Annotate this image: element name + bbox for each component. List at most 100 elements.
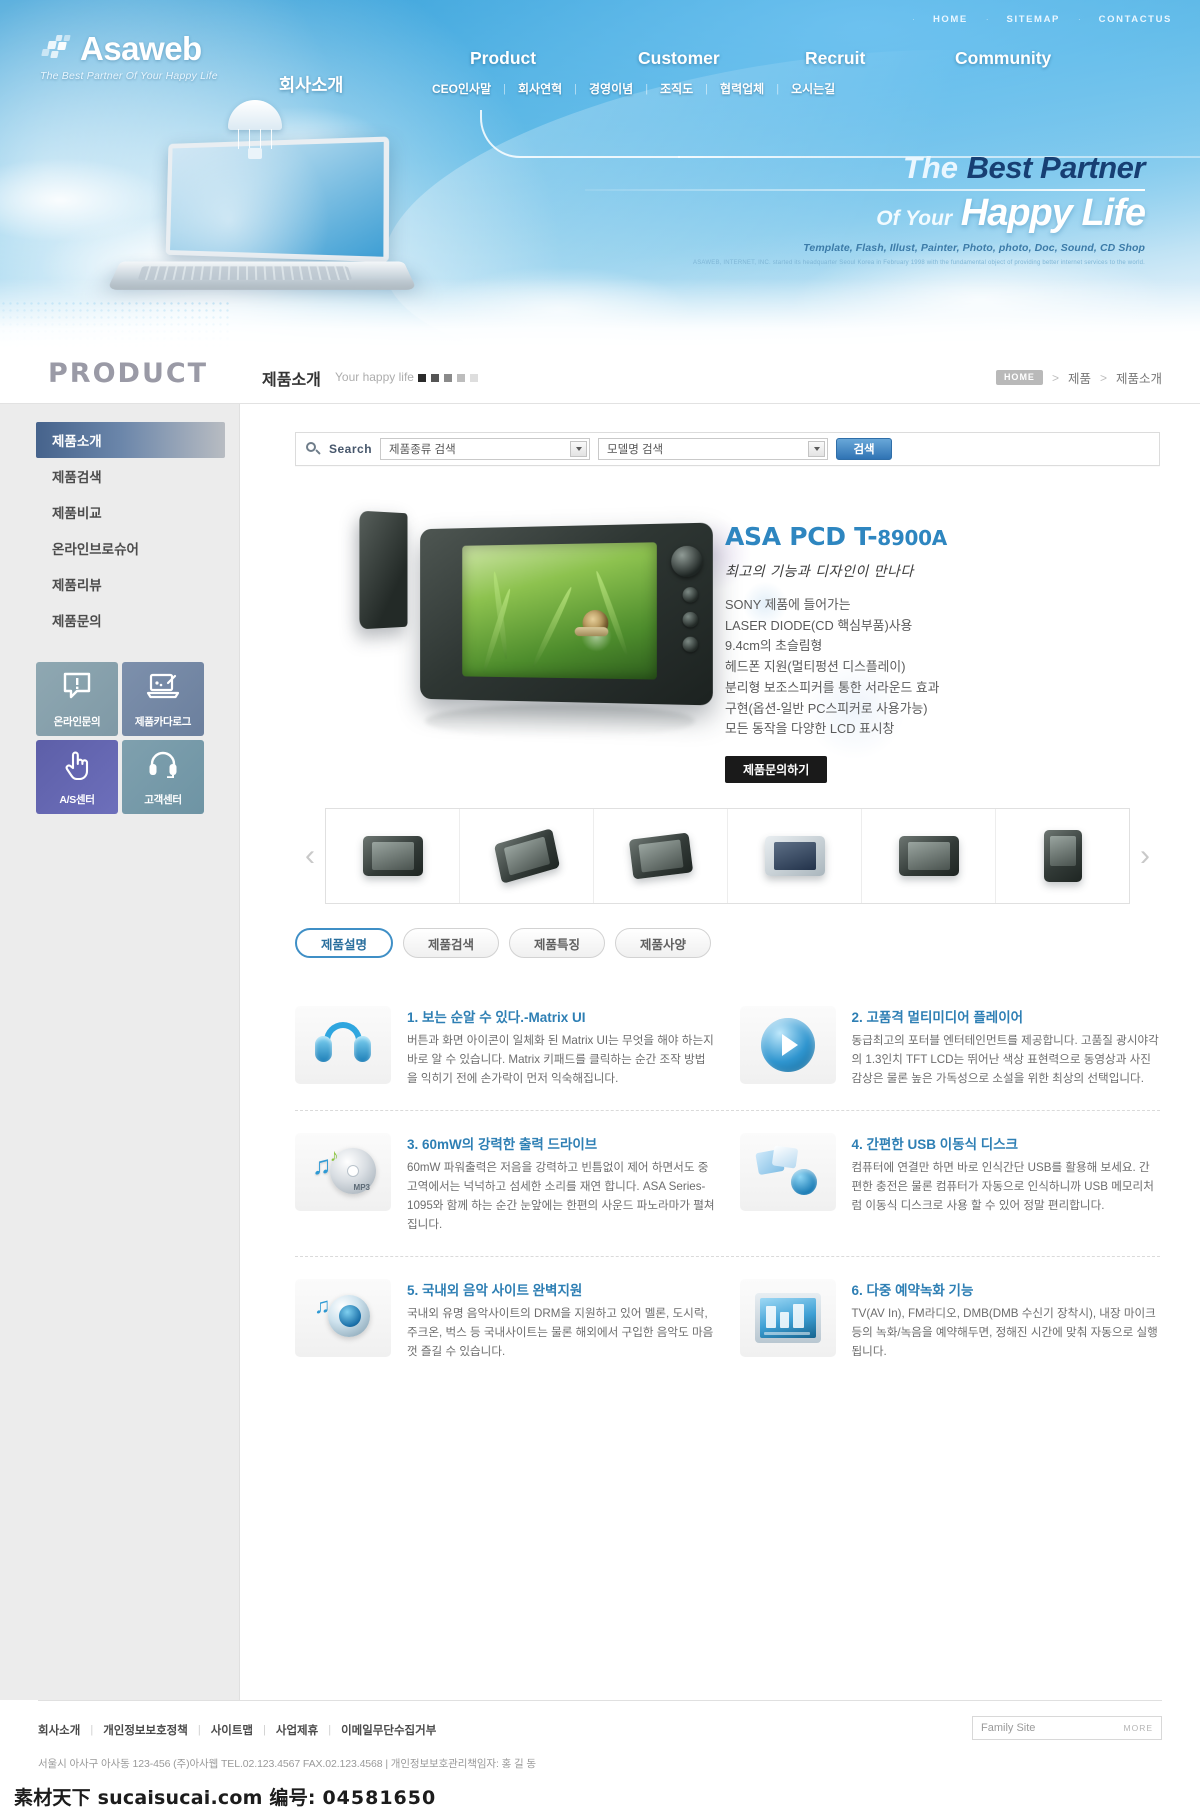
tv-recording-icon — [739, 1279, 836, 1358]
feature-title: 3. 60mW의 강력한 출력 드라이브 — [407, 1137, 598, 1153]
feature-item-3: ♫ ♪ MP3 3. 60mW의 강력한 출력 드라이브 60mW 파워출력은 저음… — [295, 1133, 716, 1234]
footer-link-privacy[interactable]: 개인정보보호정책 — [93, 1722, 198, 1738]
nav-item-company[interactable]: 회사소개 — [279, 72, 343, 97]
feature-list: 1. 보는 순알 수 있다.-Matrix UI 버튼과 화면 아이콘이 일체화… — [295, 984, 1160, 1384]
product-inquiry-button[interactable]: 제품문의하기 — [725, 756, 828, 784]
search-button[interactable]: 검색 — [836, 438, 893, 460]
tab-product-specs[interactable]: 제품사양 — [615, 928, 712, 958]
sidebar-item-product-compare[interactable]: 제품비교 — [36, 494, 221, 530]
model-name-select[interactable]: 모델명 검색 — [598, 438, 829, 460]
sidebar: 제품소개 제품검색 제품비교 온라인브로슈어 제품리뷰 제품문의 온라인문의 제… — [0, 404, 240, 1700]
tab-product-description[interactable]: 제품설명 — [295, 928, 394, 958]
subnav-item-partners[interactable]: 협력업체 — [708, 80, 776, 97]
thumbnail-item-5[interactable] — [862, 809, 996, 903]
footer-link-company[interactable]: 회사소개 — [38, 1722, 90, 1738]
product-spec-item: 분리형 보조스피커를 통한 서라운드 효과 — [725, 679, 940, 695]
footer-link-sitemap[interactable]: 사이트맵 — [201, 1722, 263, 1738]
sidebar-item-product-search[interactable]: 제품검색 — [36, 458, 221, 494]
tab-product-features[interactable]: 제품특징 — [509, 928, 606, 958]
subnav-item-ceo-greeting[interactable]: CEO인사말 — [420, 80, 503, 97]
nav-item-community[interactable]: Community — [955, 48, 1051, 69]
thumbnail-item-2[interactable] — [460, 809, 594, 903]
subnav-item-history[interactable]: 회사연혁 — [506, 80, 574, 97]
quick-links: 온라인문의 제품카다로그 A/S센터 고객센터 — [36, 662, 204, 814]
chevron-left-icon[interactable]: ‹ — [295, 808, 325, 904]
thumbnail-item-3[interactable] — [594, 809, 728, 903]
feature-item-6: 6. 다중 예약녹화 기능 TV(AV In), FM라디오, DMB(DMB … — [739, 1279, 1161, 1361]
bullet-icon: · — [912, 15, 915, 24]
chevron-right-icon[interactable]: › — [1130, 808, 1160, 904]
footer: 회사소개 | 개인정보보호정책 | 사이트맵 | 사업제휴 | 이메일무단수집거… — [0, 1700, 1200, 1820]
tab-product-search[interactable]: 제품검색 — [403, 928, 500, 958]
product-spec-item: 헤드폰 지원(멀티펑션 디스플레이) — [725, 659, 906, 675]
footer-link-email-refusal[interactable]: 이메일무단수집거부 — [331, 1722, 446, 1738]
quick-link-product-catalog[interactable]: 제품카다로그 — [122, 662, 204, 736]
family-site-label: Family Site — [981, 1722, 1036, 1734]
nav-curve-decoration — [480, 110, 680, 158]
thumbnail-item-6[interactable] — [996, 809, 1129, 903]
feature-description: 60mW 파워출력은 저음을 강력하고 빈틈없이 제어 하면서도 중고역에서는 … — [407, 1161, 715, 1231]
logo-tagline: The Best Partner Of Your Happy Life — [40, 70, 218, 82]
breadcrumb-home[interactable]: HOME — [995, 370, 1043, 385]
feature-description: TV(AV In), FM라디오, DMB(DMB 수신기 장착시), 내장 마… — [851, 1307, 1158, 1359]
nav-item-recruit[interactable]: Recruit — [805, 48, 865, 69]
quick-link-customer-center[interactable]: 고객센터 — [122, 740, 204, 814]
quick-link-as-center[interactable]: A/S센터 — [36, 740, 118, 814]
sidebar-item-product-intro[interactable]: 제품소개 — [36, 422, 225, 458]
sidebar-item-online-brochure[interactable]: 온라인브로슈어 — [36, 530, 221, 566]
product-spec-item: 구현(옵션-일반 PC스피커로 사용가능) — [725, 700, 928, 716]
product-spec-item: SONY 제품에 들어가는 — [725, 597, 851, 612]
pointing-hand-icon — [36, 750, 118, 780]
footer-link-partnership[interactable]: 사업제휴 — [266, 1722, 328, 1738]
watermark-code: 04581650 — [322, 1787, 437, 1809]
thumbnail-item-4[interactable] — [728, 809, 862, 903]
logo-text: Asaweb — [80, 30, 202, 67]
product-category-select[interactable]: 제품종류 검색 — [380, 438, 591, 460]
mp3-cd-icon: ♫ ♪ MP3 — [295, 1133, 391, 1212]
subnav-item-org-chart[interactable]: 조직도 — [648, 80, 705, 97]
product-info: ASA PCD T-8900A 최고의 기능과 디자인이 만나다 SONY 제품… — [725, 522, 1055, 784]
thumbnail-item-1[interactable] — [326, 809, 460, 903]
family-site-more-button[interactable]: MORE — [1124, 1723, 1154, 1733]
parachute-payload — [248, 148, 262, 159]
pmp-dark-view-thumb — [898, 836, 959, 876]
quick-link-online-inquiry[interactable]: 온라인문의 — [36, 662, 118, 736]
device-flip-panel — [359, 510, 408, 630]
hero-fineprint: ASAWEB, INTERNET, INC. started its headq… — [693, 260, 1145, 267]
product-name: ASA PCD T-8900A — [725, 522, 1055, 551]
search-label: Search — [329, 442, 373, 456]
subnav-item-philosophy[interactable]: 경영이념 — [577, 80, 645, 97]
parachute-strings — [238, 129, 272, 149]
nav-item-customer[interactable]: Customer — [638, 48, 720, 69]
breadcrumb-separator: > — [1099, 370, 1107, 385]
sidebar-item-product-inquiry[interactable]: 제품문의 — [36, 602, 221, 638]
feature-item-5: ♫ 5. 국내외 음악 사이트 완벽지원 국내외 유명 음악사이트의 DRM을 … — [295, 1279, 716, 1361]
main-content: Search 제품종류 검색 모델명 검색 검색 ASA PCD T-8900A… — [240, 404, 1200, 1384]
utility-link-home[interactable]: HOME — [933, 14, 968, 25]
device-reflection — [425, 704, 695, 738]
site-logo[interactable]: Asaweb The Best Partner Of Your Happy Li… — [40, 32, 218, 82]
device-screen — [462, 542, 657, 680]
utility-link-contactus[interactable]: CONTACTUS — [1099, 14, 1172, 25]
utility-link-sitemap[interactable]: SITEMAP — [1007, 14, 1060, 25]
product-showcase: ASA PCD T-8900A 최고의 기능과 디자인이 만나다 SONY 제품… — [295, 494, 1160, 794]
headset-icon — [122, 750, 204, 778]
breadcrumb-item-current: 제품소개 — [1115, 372, 1162, 386]
laptop-keyboard — [137, 266, 353, 280]
feature-row: ♫ 5. 국내외 음악 사이트 완벽지원 국내외 유명 음악사이트의 DRM을 … — [295, 1257, 1160, 1383]
chevron-down-icon[interactable] — [808, 441, 826, 457]
product-thumbnail-carousel: ‹ › — [295, 808, 1160, 904]
family-site-select[interactable]: Family Site MORE — [972, 1716, 1162, 1740]
hero-subtitle: Template, Flash, Illust, Painter, Photo,… — [803, 242, 1145, 255]
feature-title: 2. 고품격 멀티미디어 플레이어 — [851, 1010, 1024, 1025]
chevron-down-icon[interactable] — [570, 441, 588, 457]
laptop-pen-icon — [122, 672, 204, 700]
device-body — [420, 522, 713, 706]
breadcrumb-item-product[interactable]: 제품 — [1068, 368, 1091, 387]
model-name-value: 모델명 검색 — [607, 444, 664, 456]
hero-line2-main: Happy Life — [960, 191, 1146, 234]
sidebar-item-product-review[interactable]: 제품리뷰 — [36, 566, 221, 602]
feature-item-4: 4. 간편한 USB 이동식 디스크 컴퓨터에 연결만 하면 바로 인식간단 U… — [739, 1133, 1161, 1234]
nav-item-product[interactable]: Product — [470, 48, 536, 69]
subnav-item-directions[interactable]: 오시는길 — [779, 80, 847, 97]
